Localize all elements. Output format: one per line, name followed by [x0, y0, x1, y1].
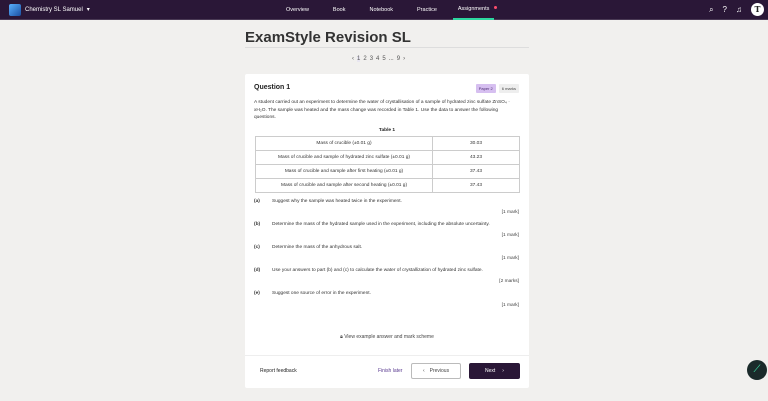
question-card: Question 1 Paper 2 6 marks A student car…: [245, 74, 529, 388]
notification-dot: [494, 6, 498, 9]
table-cell: 37.43: [432, 178, 520, 193]
part-label: (d): [254, 268, 261, 273]
chevron-left-icon: ‹: [422, 368, 425, 374]
page-3[interactable]: 3: [370, 56, 373, 62]
part-text: Suggest one source of error in the exper…: [272, 291, 371, 296]
page-ellipsis: ...: [388, 56, 394, 62]
tab-practice[interactable]: Practice: [417, 0, 437, 20]
part-label: (e): [254, 291, 260, 296]
table-row: Mass of crucible and sample after first …: [255, 164, 520, 179]
course-name: Chemistry SL Samuel: [25, 6, 83, 13]
chevron-down-icon: ▾: [86, 7, 90, 13]
table-row: Mass of crucible and sample after second…: [255, 178, 520, 193]
assistant-button[interactable]: ⟋: [747, 360, 767, 380]
help-icon[interactable]: ?: [723, 5, 727, 14]
finish-later-link[interactable]: Finish later: [378, 368, 402, 374]
part-marks: [1 mark]: [501, 256, 519, 261]
page-2[interactable]: 2: [363, 56, 366, 62]
tab-book[interactable]: Book: [333, 0, 346, 20]
tab-assignments[interactable]: Assignments: [452, 0, 498, 20]
part-marks: [1 mark]: [501, 210, 519, 215]
table-cell: Mass of crucible and sample after first …: [255, 164, 433, 179]
chevron-right-icon: ›: [502, 368, 504, 374]
data-table: Mass of crucible (±0.01 g) 30.03 Mass of …: [255, 136, 520, 193]
tab-notebook[interactable]: Notebook: [369, 0, 393, 20]
part-label: (c): [254, 245, 260, 250]
pagination: ‹ 1 2 3 4 5 ... 9 ›: [352, 56, 405, 62]
page-4[interactable]: 4: [376, 56, 379, 62]
page-9[interactable]: 9: [397, 56, 400, 62]
prev-page-icon[interactable]: ‹: [352, 56, 354, 62]
part-text: Determine the mass of the anhydrous salt…: [272, 245, 363, 250]
marks-badge: 6 marks: [498, 84, 519, 93]
part-marks: [1 mark]: [501, 233, 519, 238]
part-marks: [1 mark]: [501, 303, 519, 308]
table-cell: 43.23: [432, 150, 520, 165]
table-cell: 30.03: [432, 136, 520, 151]
divider: [245, 355, 529, 356]
view-answer-label: View example answer and mark scheme: [344, 334, 434, 340]
previous-label: Previous: [429, 368, 450, 374]
next-button[interactable]: Next ›: [469, 363, 520, 379]
part-text: Use your answers to part (b) and (c) to …: [272, 268, 483, 273]
course-logo-icon: [9, 3, 21, 16]
next-page-icon[interactable]: ›: [403, 56, 405, 62]
page-1[interactable]: 1: [357, 56, 361, 62]
part-text: Suggest why the sample was heated twice …: [272, 199, 402, 204]
table-cell: Mass of crucible and sample after second…: [255, 178, 433, 193]
part-label: (a): [254, 199, 260, 204]
part-label: (b): [254, 222, 261, 227]
table-cell: Mass of crucible (±0.01 g): [255, 136, 433, 151]
part-marks: [2 marks]: [499, 279, 519, 284]
top-nav: Chemistry SL Samuel ▾ Overview Book Note…: [0, 0, 768, 20]
table-row: Mass of crucible and sample of hydrated …: [255, 150, 520, 165]
question-title: Question 1: [254, 84, 291, 91]
table-cell: Mass of crucible and sample of hydrated …: [255, 150, 433, 165]
table-cell: 37.43: [432, 164, 520, 179]
part-text: Determine the mass of the hydrated sampl…: [272, 222, 490, 227]
tab-overview[interactable]: Overview: [286, 0, 309, 20]
tab-label: Assignments: [457, 6, 490, 12]
course-selector[interactable]: Chemistry SL Samuel ▾: [9, 3, 90, 16]
assistant-icon: ⟋: [753, 364, 761, 375]
bell-icon[interactable]: ♫: [736, 5, 742, 14]
avatar[interactable]: T: [751, 3, 764, 16]
table-row: Mass of crucible (±0.01 g) 30.03: [255, 136, 520, 151]
previous-button[interactable]: ‹ Previous: [411, 363, 461, 379]
search-icon[interactable]: ⌕: [709, 5, 713, 15]
next-label: Next: [485, 368, 496, 374]
page-title: ExamStyle Revision SL: [245, 29, 529, 48]
table-caption: Table 1: [378, 128, 396, 133]
report-feedback-link[interactable]: Report feedback: [260, 368, 297, 374]
page-5[interactable]: 5: [382, 56, 385, 62]
question-intro: A student carried out an experiment to d…: [254, 100, 510, 120]
paper-badge: Paper 2: [475, 84, 496, 93]
view-answer-link[interactable]: 🔒︎ View example answer and mark scheme: [245, 334, 529, 340]
